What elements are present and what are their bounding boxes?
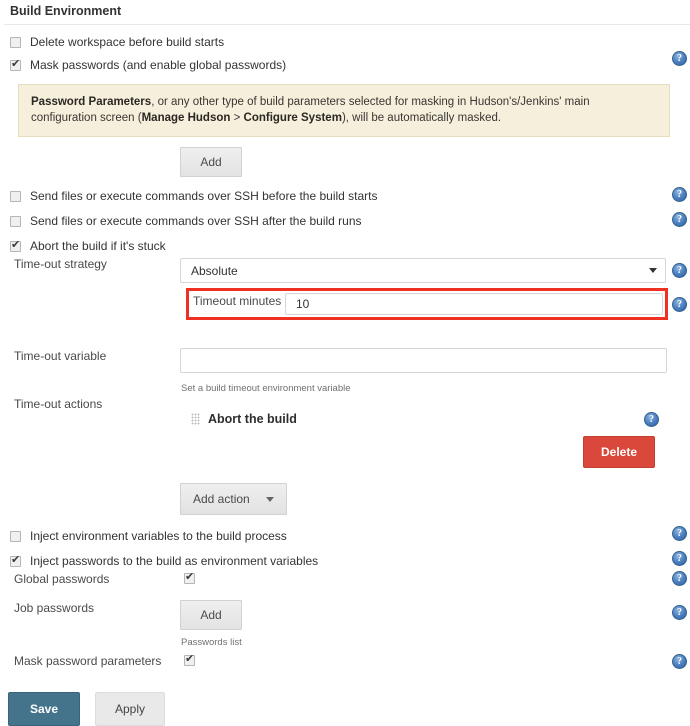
label-ssh-after: Send files or execute commands over SSH …: [30, 214, 362, 228]
label-timeout-minutes: Timeout minutes: [193, 294, 282, 308]
add-job-password-button[interactable]: Add: [180, 600, 242, 630]
row-inject-passwords[interactable]: Inject passwords to the build as environ…: [0, 551, 318, 571]
timeout-action-item-title: Abort the build: [208, 412, 297, 426]
password-parameters-notice: Password Parameters, or any other type o…: [18, 84, 670, 137]
checkbox-inject-env-vars[interactable]: [10, 530, 21, 542]
label-global-passwords: Global passwords: [14, 572, 110, 586]
add-password-pair-button[interactable]: Add: [180, 147, 242, 177]
help-icon-ssh-after[interactable]: [672, 212, 687, 227]
label-inject-env-vars: Inject environment variables to the buil…: [30, 529, 287, 543]
checkbox-abort-if-stuck[interactable]: [10, 239, 21, 252]
chevron-down-icon: [265, 496, 274, 502]
add-action-label: Add action: [193, 492, 250, 506]
help-icon-timeout-minutes[interactable]: [672, 297, 687, 312]
notice-separator: >: [230, 112, 244, 124]
checkbox-ssh-before[interactable]: [10, 190, 21, 202]
timeout-strategy-value: Absolute: [191, 263, 238, 278]
label-ssh-before: Send files or execute commands over SSH …: [30, 189, 378, 203]
notice-text-2: ), will be automatically masked.: [341, 112, 502, 124]
help-icon-inject-env-vars[interactable]: [672, 526, 687, 541]
header-divider: [4, 24, 690, 25]
page-title: Build Environment: [10, 4, 122, 18]
label-timeout-strategy: Time-out strategy: [14, 257, 107, 271]
timeout-minutes-value: 10: [296, 297, 310, 311]
row-inject-env-vars[interactable]: Inject environment variables to the buil…: [0, 526, 287, 546]
row-delete-workspace[interactable]: Delete workspace before build starts: [0, 32, 690, 52]
label-mask-password-parameters: Mask password parameters: [14, 654, 162, 668]
hint-timeout-variable: Set a build timeout environment variable: [181, 383, 351, 394]
label-timeout-variable: Time-out variable: [14, 349, 107, 363]
label-inject-passwords: Inject passwords to the build as environ…: [30, 554, 319, 568]
hint-passwords-list: Passwords list: [181, 637, 242, 648]
delete-action-button[interactable]: Delete: [583, 436, 655, 468]
checkbox-delete-workspace[interactable]: [10, 36, 21, 48]
row-mask-passwords[interactable]: Mask passwords (and enable global passwo…: [0, 55, 690, 75]
label-abort-if-stuck: Abort the build if it's stuck: [30, 239, 166, 253]
apply-button[interactable]: Apply: [95, 692, 165, 726]
help-icon-timeout-strategy[interactable]: [672, 263, 687, 278]
label-delete-workspace: Delete workspace before build starts: [30, 35, 225, 49]
help-icon-mask-passwords[interactable]: [672, 51, 687, 66]
label-mask-passwords: Mask passwords (and enable global passwo…: [30, 58, 287, 72]
timeout-variable-input[interactable]: [180, 348, 667, 373]
help-icon-job-passwords[interactable]: [672, 605, 687, 620]
timeout-minutes-input[interactable]: 10: [285, 293, 663, 315]
notice-bold-link-manage-hudson: Manage Hudson: [141, 112, 231, 124]
notice-bold-link-configure-system: Configure System: [243, 112, 342, 124]
chevron-down-icon: [649, 268, 657, 273]
row-ssh-before[interactable]: Send files or execute commands over SSH …: [0, 186, 378, 206]
checkbox-mask-passwords[interactable]: [10, 58, 21, 71]
checkbox-mask-password-parameters[interactable]: [184, 653, 195, 666]
label-timeout-actions: Time-out actions: [14, 397, 103, 411]
help-icon-global-passwords[interactable]: [672, 571, 687, 586]
help-icon-mask-password-parameters[interactable]: [672, 654, 687, 669]
checkbox-inject-passwords[interactable]: [10, 554, 21, 567]
row-ssh-after[interactable]: Send files or execute commands over SSH …: [0, 211, 362, 231]
row-abort-if-stuck[interactable]: Abort the build if it's stuck: [0, 236, 166, 256]
checkbox-ssh-after[interactable]: [10, 215, 21, 227]
help-icon-inject-passwords[interactable]: [672, 551, 687, 566]
label-job-passwords: Job passwords: [14, 601, 95, 615]
add-action-button[interactable]: Add action: [180, 483, 287, 515]
timeout-strategy-select[interactable]: Absolute: [180, 258, 666, 283]
help-icon-ssh-before[interactable]: [672, 187, 687, 202]
save-button[interactable]: Save: [8, 692, 80, 726]
help-icon-abort-the-build[interactable]: [644, 412, 659, 427]
checkbox-global-passwords[interactable]: [184, 571, 195, 584]
drag-handle-icon[interactable]: [191, 413, 200, 425]
notice-bold-lead: Password Parameters: [31, 96, 152, 108]
